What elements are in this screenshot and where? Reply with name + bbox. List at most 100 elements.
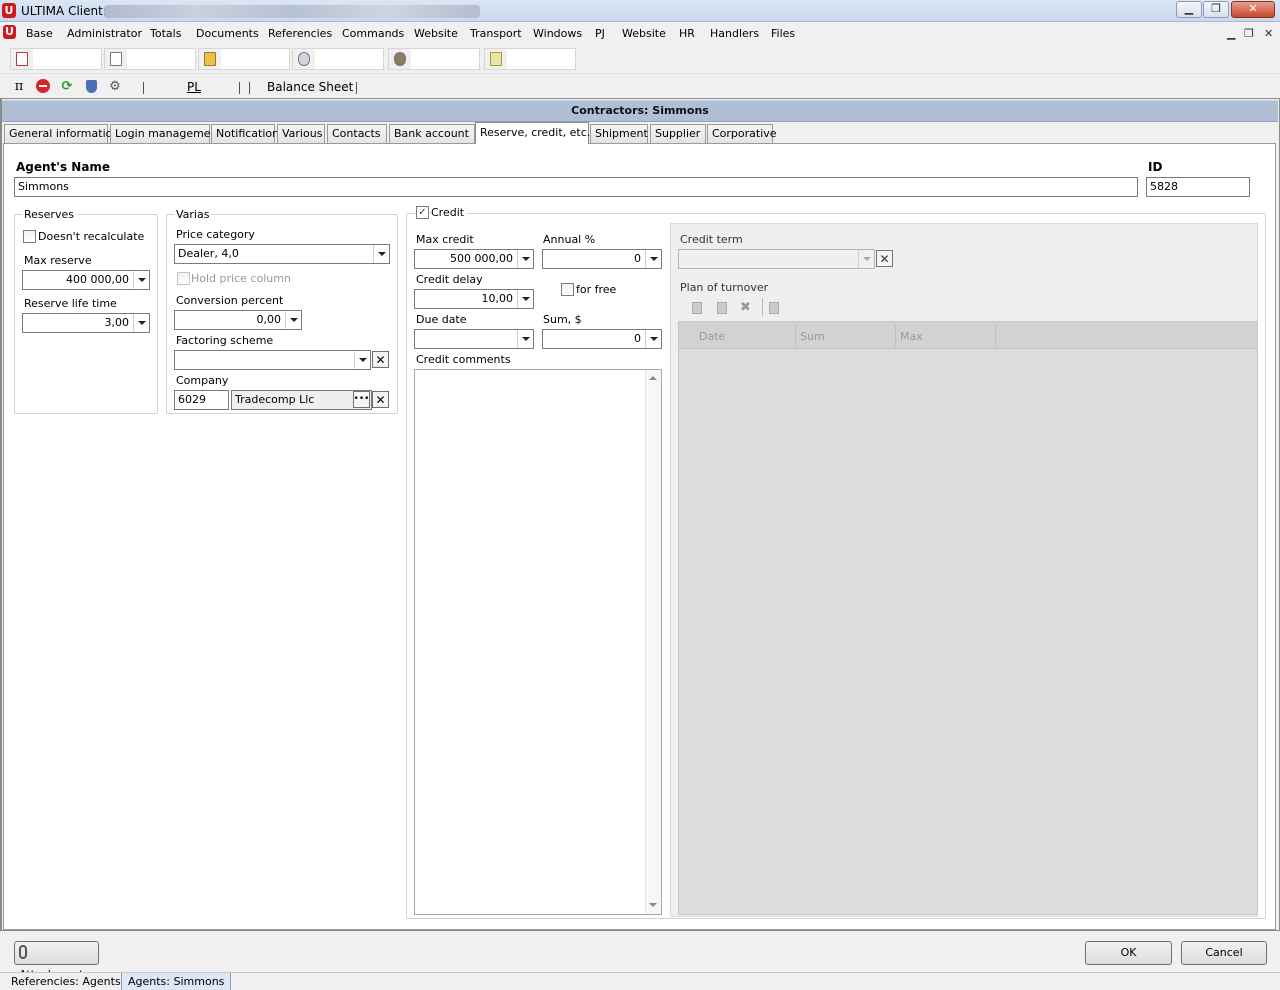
company-name-field[interactable]: Tradecomp Llc bbox=[231, 390, 372, 410]
quick-field-3[interactable] bbox=[198, 48, 290, 70]
chevron-down-icon[interactable] bbox=[373, 245, 389, 263]
scroll-up-icon[interactable] bbox=[649, 376, 657, 380]
conversion-input[interactable]: 0,00 bbox=[174, 310, 302, 330]
more-icon[interactable]: ••• bbox=[353, 391, 370, 408]
chevron-down-icon[interactable] bbox=[858, 250, 874, 268]
edit-row-icon[interactable] bbox=[717, 302, 727, 314]
life-time-input[interactable]: 3,00 bbox=[22, 313, 150, 333]
quick-field-5[interactable] bbox=[388, 48, 480, 70]
clear-credit-term-button[interactable]: ✕ bbox=[876, 250, 893, 267]
refresh-icon[interactable]: ⟳ bbox=[59, 78, 75, 94]
chevron-down-icon[interactable] bbox=[645, 330, 661, 348]
credit-term-select[interactable] bbox=[678, 249, 875, 269]
tab-corporative[interactable]: Corporative bbox=[707, 124, 777, 143]
scroll-down-icon[interactable] bbox=[649, 903, 657, 907]
toolbar-separator bbox=[249, 82, 250, 94]
credit-delay-input[interactable]: 10,00 bbox=[414, 289, 534, 309]
comments-scrollbar[interactable] bbox=[645, 370, 661, 914]
credit-checkbox[interactable]: ✓ bbox=[416, 206, 429, 219]
menu-files[interactable]: Files bbox=[771, 27, 795, 40]
credit-delay-value: 10,00 bbox=[481, 292, 514, 305]
pl-button[interactable]: PL bbox=[187, 80, 201, 94]
grid-col-date[interactable]: Date bbox=[699, 330, 725, 343]
menu-website[interactable]: Website bbox=[414, 27, 458, 40]
chevron-down-icon[interactable] bbox=[354, 351, 370, 369]
agent-icon bbox=[389, 49, 411, 69]
menu-hr[interactable]: HR bbox=[679, 27, 695, 40]
max-credit-input[interactable]: 500 000,00 bbox=[414, 249, 534, 269]
quick-field-4[interactable] bbox=[292, 48, 384, 70]
ok-button[interactable]: OK bbox=[1085, 941, 1172, 965]
delete-row-icon[interactable]: ✖ bbox=[740, 300, 751, 315]
mdi-close-icon[interactable]: ✕ bbox=[1264, 27, 1273, 40]
menu-administrator[interactable]: Administrator bbox=[67, 27, 142, 40]
tab-supplier[interactable]: Supplier bbox=[650, 124, 706, 143]
tab-reserve-credit[interactable]: Reserve, credit, etc. bbox=[475, 122, 590, 144]
chevron-down-icon[interactable] bbox=[645, 250, 661, 268]
max-credit-value: 500 000,00 bbox=[450, 252, 513, 265]
company-id-input[interactable]: 6029 bbox=[174, 390, 229, 410]
clear-factoring-button[interactable]: ✕ bbox=[372, 351, 389, 368]
settings-icon[interactable]: ⚙ bbox=[107, 78, 123, 94]
tab-shipment[interactable]: Shipment bbox=[590, 124, 648, 143]
chevron-down-icon[interactable] bbox=[517, 290, 533, 308]
annual-input[interactable]: 0 bbox=[542, 249, 662, 269]
agent-name-input[interactable]: Simmons bbox=[14, 177, 1138, 197]
factoring-select[interactable] bbox=[174, 350, 371, 370]
pi-icon[interactable]: π bbox=[11, 78, 27, 94]
add-row-icon[interactable] bbox=[692, 302, 702, 314]
stop-icon[interactable] bbox=[35, 78, 51, 94]
for-free-checkbox[interactable] bbox=[561, 283, 574, 296]
tab-various[interactable]: Various bbox=[277, 124, 325, 143]
plan-of-turnover-grid[interactable] bbox=[678, 321, 1258, 915]
menu-handlers[interactable]: Handlers bbox=[710, 27, 759, 40]
mdi-app-icon[interactable]: U bbox=[3, 25, 16, 39]
tab-login-management[interactable]: Login management bbox=[110, 124, 222, 143]
quick-field-6[interactable] bbox=[484, 48, 576, 70]
tab-notification[interactable]: Notification bbox=[211, 124, 279, 143]
attachments-button[interactable]: Attachments bbox=[14, 941, 99, 981]
price-category-select[interactable]: Dealer, 4,0 bbox=[174, 244, 390, 264]
due-date-input[interactable] bbox=[414, 329, 534, 349]
doesnt-recalculate-checkbox[interactable] bbox=[23, 230, 36, 243]
chevron-down-icon[interactable] bbox=[285, 311, 301, 329]
chevron-down-icon[interactable] bbox=[517, 250, 533, 268]
balance-sheet-button[interactable]: Balance Sheet bbox=[267, 80, 353, 94]
window-tab-agents-simmons[interactable]: Agents: Simmons bbox=[121, 973, 232, 990]
chevron-down-icon[interactable] bbox=[133, 271, 149, 289]
grid-col-sum[interactable]: Sum bbox=[800, 330, 825, 343]
tab-general-information[interactable]: General information bbox=[4, 124, 119, 143]
menu-commands[interactable]: Commands bbox=[342, 27, 404, 40]
clear-company-button[interactable]: ✕ bbox=[372, 391, 389, 408]
tab-contacts[interactable]: Contacts bbox=[327, 124, 387, 143]
quick-field-2[interactable] bbox=[104, 48, 196, 70]
menu-base[interactable]: Base bbox=[26, 27, 53, 40]
menu-pj[interactable]: PJ bbox=[595, 27, 605, 40]
mdi-restore-icon[interactable]: ❐ bbox=[1244, 27, 1254, 40]
menu-windows[interactable]: Windows bbox=[533, 27, 582, 40]
quick-field-1[interactable] bbox=[10, 48, 102, 70]
credit-comments-textarea[interactable] bbox=[414, 369, 662, 915]
minimize-button[interactable]: ▁ bbox=[1176, 1, 1202, 18]
menu-documents[interactable]: Documents bbox=[196, 27, 259, 40]
menu-referencies[interactable]: Referencies bbox=[268, 27, 332, 40]
shield-icon[interactable] bbox=[83, 78, 99, 94]
grid-col-max[interactable]: Max bbox=[900, 330, 923, 343]
toolbar-separator bbox=[356, 82, 357, 94]
menu-website-2[interactable]: Website bbox=[622, 27, 666, 40]
menu-transport[interactable]: Transport bbox=[470, 27, 522, 40]
copy-row-icon[interactable] bbox=[769, 302, 779, 314]
window-tab-referencies-agents[interactable]: Referencies: Agents bbox=[5, 973, 128, 990]
max-reserve-input[interactable]: 400 000,00 bbox=[22, 270, 150, 290]
chevron-down-icon[interactable] bbox=[133, 314, 149, 332]
close-window-button[interactable]: ✕ bbox=[1231, 1, 1275, 18]
cancel-button[interactable]: Cancel bbox=[1181, 941, 1267, 965]
chevron-down-icon[interactable] bbox=[517, 330, 533, 348]
sum-input[interactable]: 0 bbox=[542, 329, 662, 349]
mdi-minimize-icon[interactable]: ▁ bbox=[1227, 27, 1235, 40]
menu-totals[interactable]: Totals bbox=[150, 27, 181, 40]
tab-bank-account[interactable]: Bank account bbox=[389, 124, 475, 143]
restore-button[interactable]: ❐ bbox=[1203, 1, 1229, 18]
id-input[interactable]: 5828 bbox=[1146, 177, 1250, 197]
hold-price-column-checkbox[interactable] bbox=[177, 272, 190, 285]
